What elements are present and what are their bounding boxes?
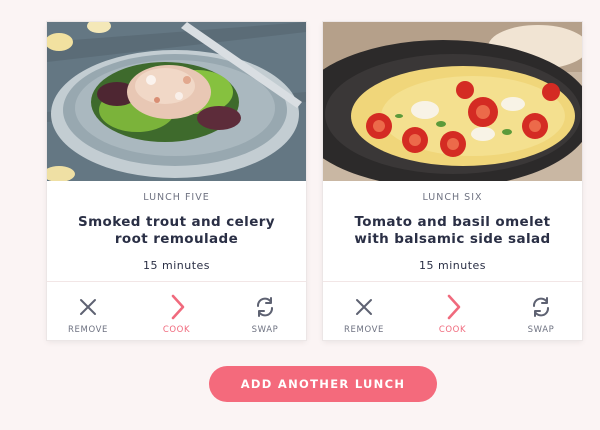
close-icon <box>351 294 377 320</box>
meal-label: LUNCH FIVE <box>143 192 210 203</box>
swap-label: SWAP <box>251 325 279 335</box>
meal-title[interactable]: Smoked trout and celery root remoulade <box>59 214 294 248</box>
swap-label: SWAP <box>527 325 555 335</box>
meal-label: LUNCH SIX <box>422 192 483 203</box>
meal-actions: REMOVE COOK SWAP <box>47 281 306 340</box>
cook-label: COOK <box>162 325 191 335</box>
cook-button[interactable]: COOK <box>146 282 208 340</box>
meal-photo <box>47 22 306 181</box>
swap-icon <box>528 294 554 320</box>
remove-label: REMOVE <box>68 325 108 335</box>
remove-button[interactable]: REMOVE <box>333 282 395 340</box>
meal-time: 15 minutes <box>418 259 487 272</box>
cook-button[interactable]: COOK <box>422 282 484 340</box>
swap-button[interactable]: SWAP <box>510 282 572 340</box>
meal-cards: LUNCH FIVE Smoked trout and celery root … <box>47 22 582 340</box>
chevron-right-icon <box>440 294 466 320</box>
meal-title[interactable]: Tomato and basil omelet with balsamic si… <box>335 214 570 248</box>
close-icon <box>75 294 101 320</box>
meal-info: LUNCH FIVE Smoked trout and celery root … <box>47 181 306 281</box>
remove-label: REMOVE <box>344 325 384 335</box>
cook-label: COOK <box>438 325 467 335</box>
meal-time: 15 minutes <box>142 259 211 272</box>
swap-button[interactable]: SWAP <box>234 282 296 340</box>
meal-info: LUNCH SIX Tomato and basil omelet with b… <box>323 181 582 281</box>
meal-actions: REMOVE COOK SWAP <box>323 281 582 340</box>
chevron-right-icon <box>164 294 190 320</box>
meal-card[interactable]: LUNCH SIX Tomato and basil omelet with b… <box>323 22 582 340</box>
add-another-lunch-button[interactable]: ADD ANOTHER LUNCH <box>209 366 437 402</box>
meal-photo <box>323 22 582 181</box>
meal-card[interactable]: LUNCH FIVE Smoked trout and celery root … <box>47 22 306 340</box>
remove-button[interactable]: REMOVE <box>57 282 119 340</box>
swap-icon <box>252 294 278 320</box>
